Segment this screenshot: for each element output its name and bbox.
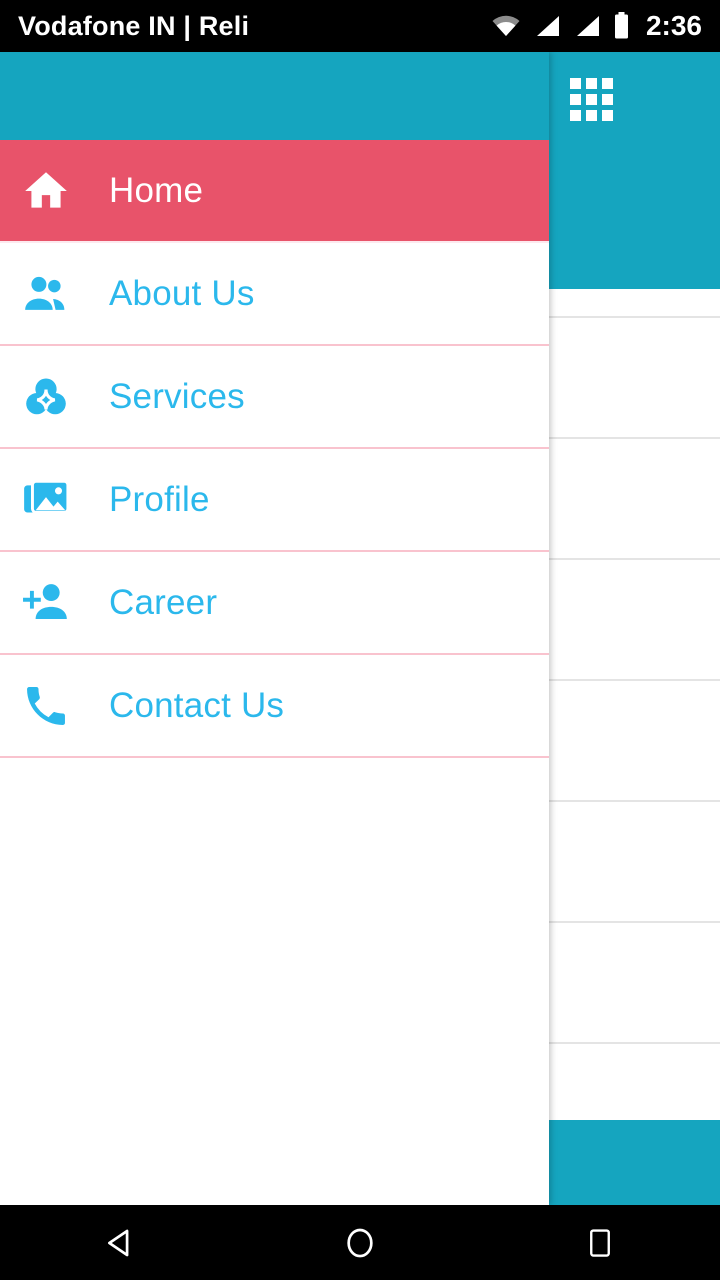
signal-icon [576,16,599,36]
home-circle-icon[interactable] [300,1205,420,1280]
clock-label: 2:36 [645,10,702,41]
sidebar-item-career[interactable]: Career [0,552,549,655]
wifi-icon [492,15,520,36]
sidebar-item-about-us[interactable]: About Us [0,243,549,346]
phone-screen: Vodafone IN | Reli 2:36 Home About Us Se… [0,0,720,1280]
signal-icon [536,16,559,36]
person-add-icon [18,577,74,629]
sidebar-item-label: Contact Us [109,685,285,725]
people-icon [18,269,74,319]
status-bar-icons: 2:36 [491,10,702,42]
sidebar-item-label: Profile [109,479,210,519]
photo-library-icon [18,475,74,525]
android-nav-bar [0,1205,720,1280]
carrier-label: Vodafone IN | Reli [18,10,250,41]
sidebar-item-label: Services [109,376,245,416]
color-lens-icon [18,372,74,422]
sidebar-item-label: About Us [109,273,255,313]
battery-icon [614,12,628,39]
sidebar-item-label: Career [109,582,218,622]
back-triangle-icon[interactable] [60,1205,180,1280]
sidebar-item-profile[interactable]: Profile [0,449,549,552]
phone-icon [18,681,74,731]
status-bar: Vodafone IN | Reli 2:36 [0,0,720,52]
recents-square-icon[interactable] [540,1205,660,1280]
apps-grid-icon[interactable] [570,78,614,122]
sidebar-item-services[interactable]: Services [0,346,549,449]
navigation-drawer: Home About Us Services Profile Career Co… [0,52,549,1205]
sidebar-item-home[interactable]: Home [0,140,549,243]
home-icon [18,166,74,216]
drawer-header [0,52,549,140]
sidebar-item-label: Home [109,170,204,210]
drawer-empty-area [0,758,549,1205]
sidebar-item-contact-us[interactable]: Contact Us [0,655,549,758]
